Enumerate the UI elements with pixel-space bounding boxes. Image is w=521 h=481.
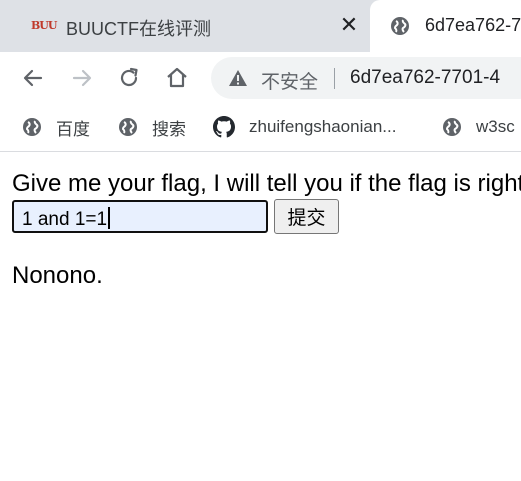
github-icon (213, 116, 235, 138)
browser-toolbar: 不安全 6d7ea762-7701-4 (0, 52, 521, 104)
globe-icon (390, 16, 410, 36)
tab-buuctf[interactable]: BUU BUUCTF在线评测 ✕ (0, 0, 370, 52)
address-bar[interactable]: 不安全 6d7ea762-7701-4 (211, 57, 521, 99)
bookmark-w3school[interactable]: w3sc (442, 104, 515, 150)
tab-strip: BUU BUUCTF在线评测 ✕ 6d7ea762-7 (0, 0, 521, 52)
omnibox-divider (334, 68, 335, 89)
flag-input[interactable]: 1 and 1=1 (12, 200, 268, 233)
bookmark-label: w3sc (476, 117, 515, 136)
security-label[interactable]: 不安全 (261, 67, 318, 94)
bookmark-github[interactable]: zhuifengshaonian... (213, 104, 396, 150)
reload-icon (120, 67, 138, 87)
bookmark-label: zhuifengshaonian... (249, 117, 397, 136)
buuctf-logo-icon: BUU (31, 19, 57, 32)
reload-button[interactable] (115, 64, 143, 92)
text-caret (108, 207, 111, 229)
submit-button[interactable]: 提交 (274, 199, 339, 234)
bookmark-label: 百度 (56, 119, 90, 139)
globe-icon (22, 117, 42, 137)
arrow-right-icon (72, 69, 92, 87)
result-message: Nonono. (12, 262, 103, 289)
url-text[interactable]: 6d7ea762-7701-4 (350, 67, 500, 89)
bookmark-label: 搜索 (152, 119, 186, 139)
flag-input-value: 1 and 1=1 (22, 207, 111, 231)
back-button[interactable] (19, 64, 47, 92)
tab-current[interactable]: 6d7ea762-7 (370, 0, 521, 52)
tab-title: BUUCTF在线评测 (66, 19, 211, 39)
globe-icon (442, 117, 462, 137)
bookmarks-bar: 百度 搜索 zhuifengshaonian... w3sc (0, 104, 521, 152)
arrow-left-icon (23, 69, 43, 87)
page-content: Give me your flag, I will tell you if th… (12, 170, 521, 289)
forward-button[interactable] (68, 64, 96, 92)
bookmark-baidu[interactable]: 百度 (22, 104, 90, 150)
bookmark-search[interactable]: 搜索 (118, 104, 186, 150)
home-button[interactable] (163, 64, 191, 92)
warning-triangle-icon[interactable] (228, 69, 248, 87)
home-icon (167, 67, 187, 88)
flag-prompt: Give me your flag, I will tell you if th… (12, 170, 521, 197)
close-icon[interactable]: ✕ (338, 13, 360, 37)
globe-icon (118, 117, 138, 137)
tab-title: 6d7ea762-7 (425, 15, 521, 35)
